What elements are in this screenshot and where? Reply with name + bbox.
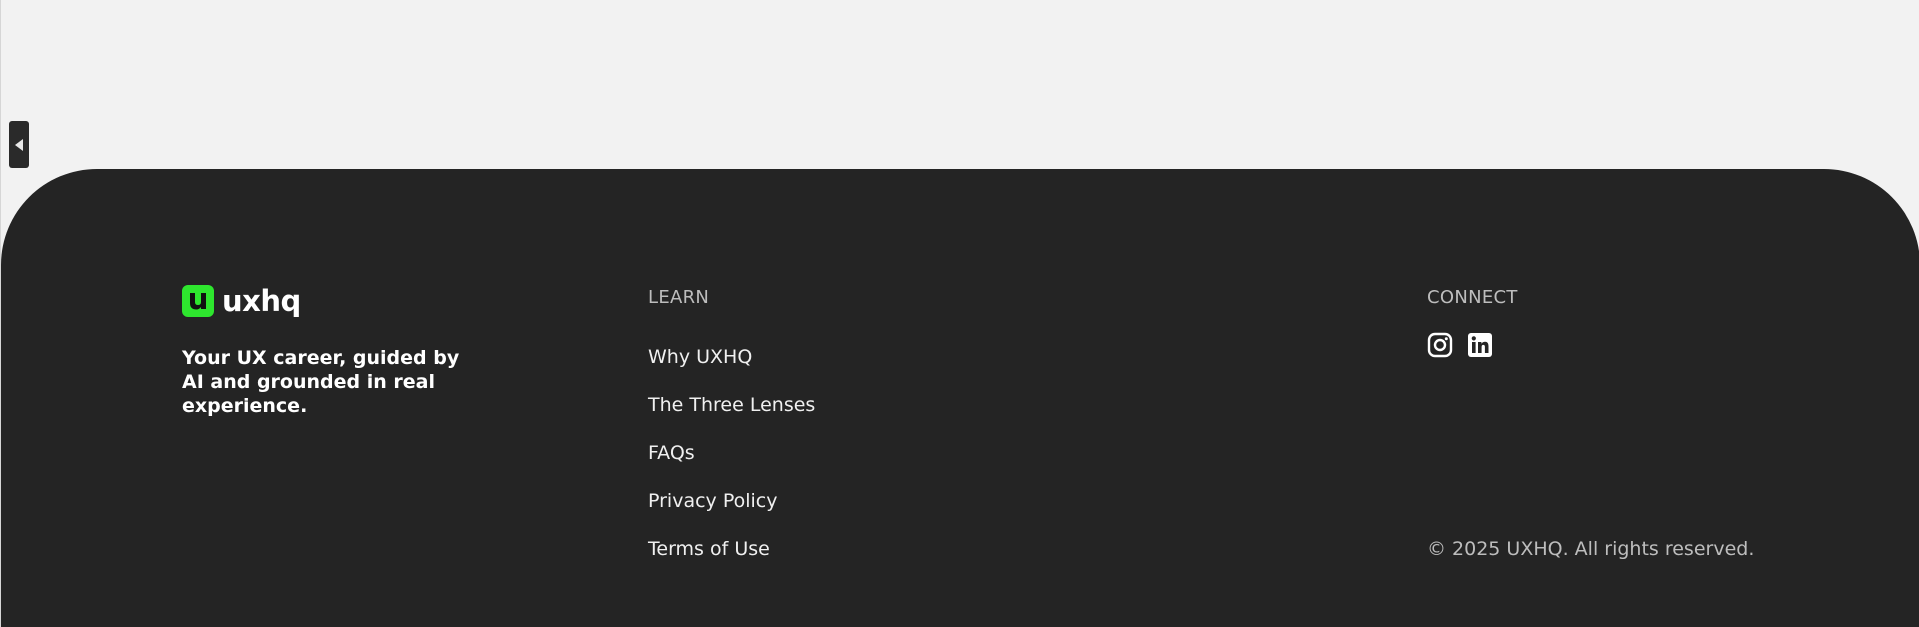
connect-heading: CONNECT [1427,287,1518,308]
collapse-panel-handle[interactable] [9,121,29,168]
footer-link-three-lenses[interactable]: The Three Lenses [648,393,815,441]
site-footer: uxhq Your UX career, guided by AI and gr… [1,169,1919,627]
page: uxhq Your UX career, guided by AI and gr… [0,0,1919,627]
brand[interactable]: uxhq [182,285,301,317]
brand-name: uxhq [222,284,301,318]
footer-link-why-uxhq[interactable]: Why UXHQ [648,345,815,393]
footer-link-terms-of-use[interactable]: Terms of Use [648,537,815,585]
instagram-icon[interactable] [1427,332,1453,358]
copyright-text: © 2025 UXHQ. All rights reserved. [1427,538,1755,560]
learn-heading: LEARN [648,287,710,308]
social-links [1427,332,1493,358]
arrow-left-icon [15,138,23,151]
linkedin-icon[interactable] [1467,332,1493,358]
footer-link-faqs[interactable]: FAQs [648,441,815,489]
brand-tagline: Your UX career, guided by AI and grounde… [182,347,460,417]
uxhq-logo-icon [182,285,214,317]
learn-links: Why UXHQ The Three Lenses FAQs Privacy P… [648,345,815,585]
footer-link-privacy-policy[interactable]: Privacy Policy [648,489,815,537]
